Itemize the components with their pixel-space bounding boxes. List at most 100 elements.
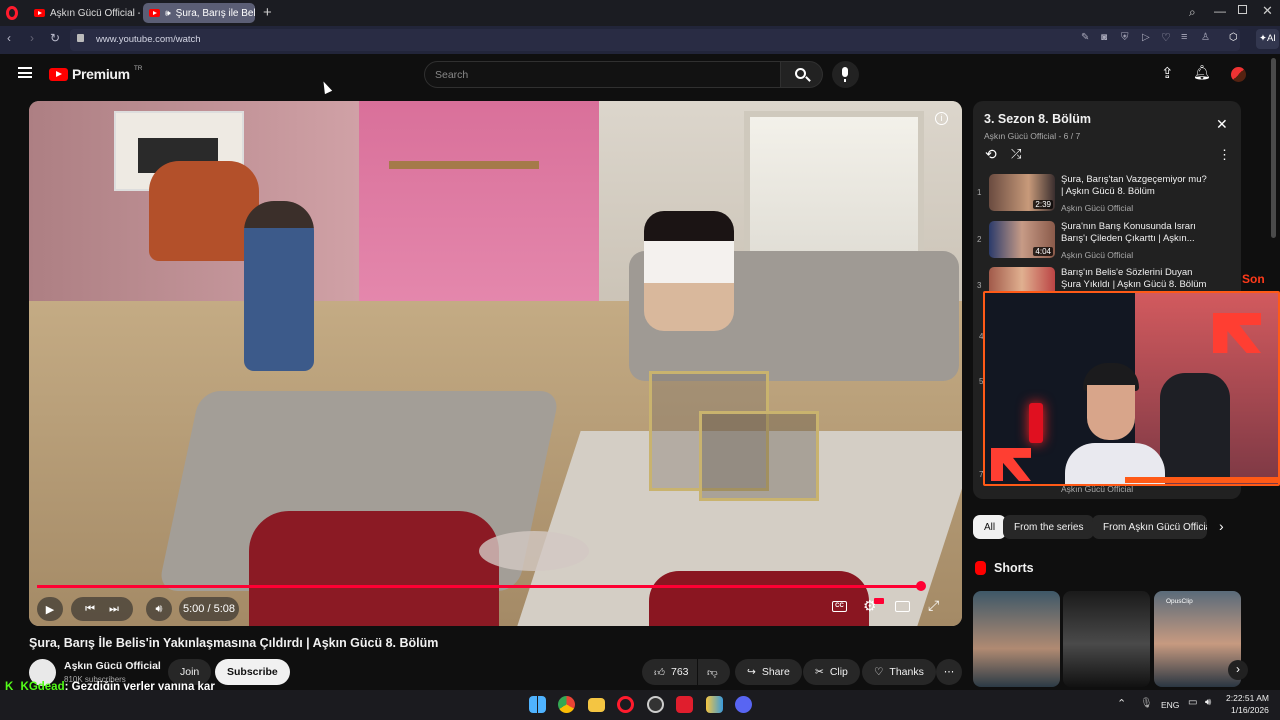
voice-search-button[interactable]: [832, 61, 859, 88]
language-indicator[interactable]: ENG: [1161, 700, 1179, 710]
shorts-heading: Shorts: [994, 561, 1034, 575]
windows-start-icon[interactable]: [529, 696, 546, 713]
scene-red-chair: [249, 511, 499, 626]
minimize-icon[interactable]: —: [1214, 4, 1226, 18]
forward-icon[interactable]: ›: [30, 31, 34, 45]
edit-icon[interactable]: ✎: [1081, 32, 1089, 43]
item-duration: 4:04: [1033, 247, 1053, 256]
progress-bar[interactable]: [37, 585, 922, 588]
menu-list-icon[interactable]: ≡: [1181, 31, 1187, 43]
account-avatar[interactable]: [1231, 67, 1246, 82]
recorder-icon[interactable]: [676, 696, 693, 713]
chip-from-the-series[interactable]: From the series: [1003, 515, 1095, 539]
playlist-title[interactable]: 3. Sezon 8. Bölüm: [984, 112, 1091, 126]
back-icon[interactable]: ‹: [7, 31, 11, 45]
playlist-item[interactable]: 1 2:39 Şura, Barış'tan Vazgeçemiyor mu? …: [973, 174, 1241, 218]
item-duration: 2:39: [1033, 200, 1053, 209]
url-field[interactable]: www.youtube.com/watch: [70, 29, 1240, 51]
scene-person-seated: [644, 211, 734, 331]
new-tab-icon[interactable]: +: [263, 4, 272, 21]
close-playlist-icon[interactable]: ✕: [1216, 116, 1228, 133]
webcam-orange-stripe: [1125, 477, 1278, 483]
opera-taskbar-icon[interactable]: [617, 696, 634, 713]
search-button[interactable]: [781, 61, 823, 88]
page-scrollbar[interactable]: [1271, 58, 1276, 238]
playlist-item[interactable]: 2 4:04 Şura'nın Barış Konusunda Israrı B…: [973, 221, 1241, 265]
youtube-favicon-icon: [34, 9, 45, 17]
volume-button[interactable]: 🔊︎: [146, 597, 172, 621]
maximize-icon[interactable]: [1238, 5, 1247, 14]
webcam-microphone: [1029, 403, 1043, 443]
short-item[interactable]: [1063, 591, 1150, 687]
captions-icon[interactable]: CC: [832, 601, 847, 612]
scene-orange-chair: [149, 161, 259, 261]
app-icon[interactable]: [706, 696, 723, 713]
clock-time[interactable]: 2:22:51 AM: [1226, 693, 1269, 703]
windows-taskbar: [0, 690, 1280, 720]
scene-wall-pink: [359, 101, 599, 301]
hamburger-menu-icon[interactable]: [18, 67, 32, 78]
tab-channel[interactable]: Aşkın Gücü Official - YouT: [28, 3, 140, 23]
miniplayer-icon[interactable]: [895, 601, 910, 612]
short-item[interactable]: [973, 591, 1060, 687]
play-icon[interactable]: ▷: [1142, 32, 1150, 43]
search-tabs-icon[interactable]: ⌕: [1189, 5, 1196, 20]
chip-all[interactable]: All: [973, 515, 1007, 539]
profile-icon[interactable]: ♙: [1201, 32, 1210, 43]
volume-tray-icon[interactable]: 🔊︎: [1205, 697, 1211, 708]
previous-icon[interactable]: ⏮: [85, 603, 95, 616]
like-button[interactable]: 👍︎ 763: [642, 659, 697, 685]
ai-label: AI: [1266, 33, 1276, 44]
shuffle-icon[interactable]: ⤮: [1011, 146, 1021, 162]
chip-from-channel[interactable]: From Aşkın Gücü Official: [1092, 515, 1207, 539]
fullscreen-icon[interactable]: ⤢: [928, 597, 939, 614]
chrome-icon[interactable]: [558, 696, 575, 713]
shorts-next-button[interactable]: ›: [1228, 660, 1248, 680]
heart-icon[interactable]: ♡: [1161, 31, 1171, 44]
microphone-icon: [842, 67, 848, 77]
upload-icon[interactable]: ⇪: [1161, 64, 1174, 82]
youtube-premium-logo[interactable]: Premium TR: [49, 65, 142, 82]
search-box[interactable]: Search: [424, 61, 781, 88]
playlist-menu-icon[interactable]: ⋮: [1218, 147, 1231, 163]
more-actions-button[interactable]: ⋯: [936, 659, 962, 685]
info-icon[interactable]: i: [935, 112, 948, 125]
dislike-button[interactable]: 👎︎: [698, 659, 730, 685]
close-window-icon[interactable]: ✕: [1262, 3, 1273, 19]
progress-scrubber[interactable]: [916, 581, 927, 591]
browser-tab-bar: Aşkın Gücü Official - YouT 🕪 Şura, Barış…: [0, 0, 1280, 26]
channel-name[interactable]: Aşkın Gücü Official: [64, 660, 161, 672]
webcam-streamer: [1065, 363, 1165, 484]
shield-icon[interactable]: ⛨: [1121, 32, 1129, 43]
streamer-webcam-overlay: [983, 291, 1280, 486]
camera-icon[interactable]: ◙: [1101, 32, 1107, 43]
play-button[interactable]: ▶: [37, 597, 63, 621]
ai-button[interactable]: ✦AI: [1256, 29, 1279, 49]
opera-icon[interactable]: [6, 6, 18, 20]
chips-next-icon[interactable]: ›: [1219, 518, 1224, 534]
clock-date[interactable]: 1/16/2026: [1231, 705, 1269, 715]
video-player[interactable]: i ▶ ⏮ ⏭ 🔊︎ 5:00 / 5:08 CC ⚙ ⤢: [29, 101, 962, 626]
loop-icon[interactable]: ⟲: [985, 146, 997, 163]
obs-icon[interactable]: [647, 696, 664, 713]
subscribe-button[interactable]: Subscribe: [215, 659, 290, 685]
tray-chevron-icon[interactable]: ⌃: [1117, 697, 1126, 710]
thanks-heart-icon: ♡: [874, 666, 884, 678]
hd-badge: [874, 598, 884, 604]
search-placeholder: Search: [435, 69, 469, 81]
youtube-favicon-icon: [149, 9, 160, 17]
tray-mic-icon[interactable]: 🎙︎: [1140, 698, 1153, 709]
network-icon[interactable]: ▭: [1188, 697, 1197, 708]
next-icon[interactable]: ⏭: [109, 603, 119, 616]
thanks-button[interactable]: ♡ Thanks: [862, 659, 936, 685]
clip-button[interactable]: ✂ Clip: [803, 659, 860, 685]
share-button[interactable]: ↪ Share: [735, 659, 802, 685]
tab-active-video[interactable]: 🕪 Şura, Barış ile Belis'in Y: [143, 3, 255, 23]
notifications-bell-icon[interactable]: 🔔︎: [1193, 64, 1211, 81]
discord-icon[interactable]: [735, 696, 752, 713]
file-explorer-icon[interactable]: [588, 698, 605, 712]
video-title: Şura, Barış İle Belis'in Yakınlaşmasına …: [29, 636, 439, 650]
item-title: Şura'nın Barış Konusunda Israrı Barış'ı …: [1061, 221, 1196, 244]
reload-icon[interactable]: ↻: [50, 31, 60, 45]
extension-icon[interactable]: ⬡: [1229, 32, 1238, 43]
